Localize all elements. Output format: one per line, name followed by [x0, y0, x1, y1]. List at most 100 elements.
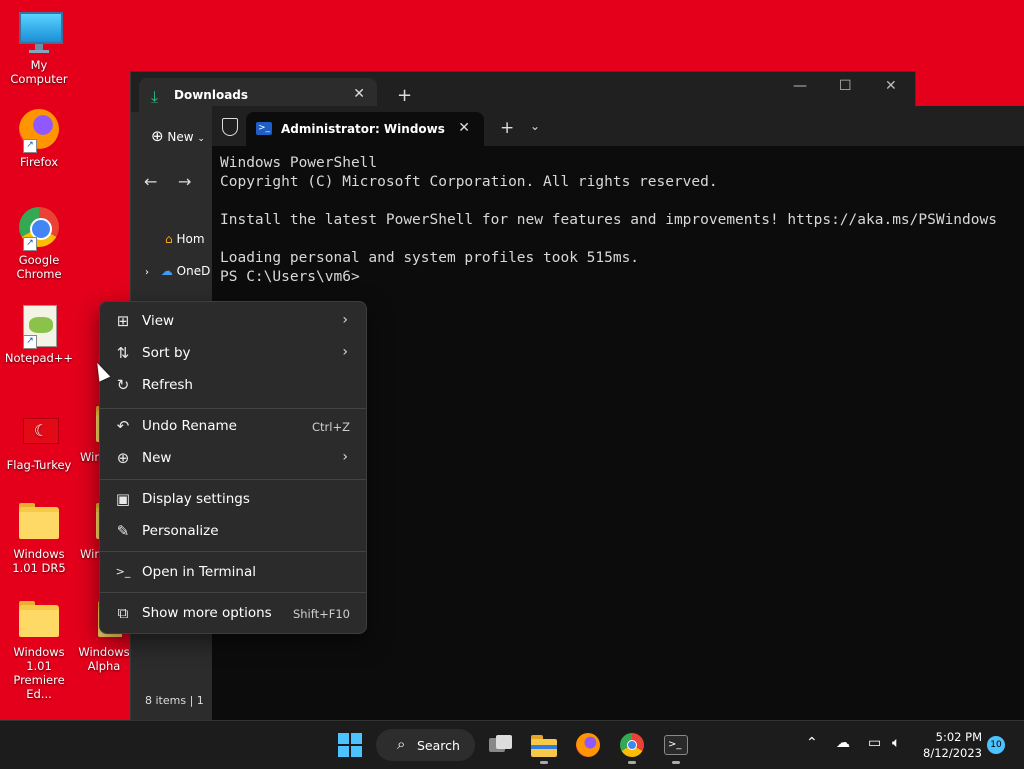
desktop-icon-label: My Computer	[10, 58, 68, 86]
chevron-down-icon[interactable]: ⌄	[530, 119, 540, 133]
close-window-button[interactable]: ✕	[885, 78, 897, 94]
back-button[interactable]: ←	[144, 172, 157, 191]
desktop-icon-label: Google Chrome	[16, 253, 62, 281]
clock-time: 5:02 PM	[935, 730, 982, 744]
pen-icon: ✎	[116, 522, 130, 540]
folder-icon	[17, 597, 61, 641]
home-icon: ⌂	[165, 232, 173, 246]
menu-item-label: New	[142, 450, 172, 466]
shortcut-arrow-icon: ↗	[23, 237, 37, 251]
terminal-taskbar-icon[interactable]: >_	[662, 731, 690, 759]
running-indicator	[628, 761, 636, 764]
menu-item-sort-by[interactable]: ⇅ Sort by ›	[104, 338, 362, 368]
explorer-tab-title: Downloads	[174, 88, 249, 102]
sidebar-item-label: OneD	[176, 264, 211, 278]
menu-item-new[interactable]: ⊕ New ›	[104, 443, 362, 473]
sort-icon: ⇅	[116, 344, 130, 362]
desktop-icon-label: Win	[80, 547, 102, 561]
clock-date: 8/12/2023	[923, 746, 982, 760]
explorer-status-bar: 8 items | 1	[131, 681, 213, 721]
close-tab-icon[interactable]: ✕	[458, 120, 470, 136]
chevron-up-icon[interactable]: ⌃	[806, 735, 818, 751]
menu-item-refresh[interactable]: ↻ Refresh	[104, 370, 362, 400]
desktop-icon-notepadpp[interactable]: ↗ Notepad++	[1, 303, 77, 365]
firefox-taskbar-icon[interactable]	[574, 731, 602, 759]
forward-button[interactable]: →	[178, 172, 191, 191]
notepadpp-icon: ↗	[17, 303, 61, 349]
desktop-icon-chrome[interactable]: ↗ Google Chrome	[1, 205, 77, 281]
close-tab-icon[interactable]: ✕	[353, 86, 365, 102]
menu-item-personalize[interactable]: ✎ Personalize	[104, 516, 362, 546]
refresh-icon: ↻	[116, 376, 130, 394]
chevron-right-icon: ›	[342, 312, 348, 328]
search-icon: ⌕	[397, 735, 406, 753]
chrome-taskbar-icon[interactable]	[618, 731, 646, 759]
menu-separator	[100, 592, 366, 593]
desktop-icon-my-computer[interactable]: My Computer	[1, 10, 77, 86]
minimize-button[interactable]: —	[793, 78, 807, 94]
file-explorer-taskbar-icon[interactable]	[530, 731, 558, 759]
menu-item-label: Display settings	[142, 491, 250, 507]
notification-badge[interactable]: 10	[987, 736, 1005, 754]
running-indicator	[672, 761, 680, 764]
start-button[interactable]	[338, 733, 362, 757]
desktop-icon-label: Win	[80, 450, 102, 464]
download-icon: ⤓	[151, 87, 159, 106]
menu-item-display-settings[interactable]: ▣ Display settings	[104, 484, 362, 514]
menu-item-show-more-options[interactable]: ⧉ Show more options Shift+F10	[104, 598, 362, 628]
new-tab-button[interactable]: +	[500, 118, 514, 138]
shortcut-arrow-icon: ↗	[23, 139, 37, 153]
running-indicator	[540, 761, 548, 764]
chevron-right-icon: ›	[342, 449, 348, 465]
monitor-icon	[17, 10, 63, 54]
desktop-icon-win101-dr5[interactable]: Windows 1.01 DR5	[1, 499, 77, 575]
new-button-label: New	[167, 130, 194, 144]
desktop-context-menu: ⊞ View › ⇅ Sort by › ↻ Refresh ↶ Undo Re…	[99, 301, 367, 634]
terminal-line: Windows PowerShell	[220, 155, 378, 171]
chevron-down-icon: ⌄	[197, 134, 205, 144]
menu-item-view[interactable]: ⊞ View ›	[104, 306, 362, 336]
taskbar-clock[interactable]: 5:02 PM 8/12/2023	[920, 729, 982, 761]
terminal-line: Loading personal and system profiles too…	[220, 250, 640, 266]
terminal-line: Install the latest PowerShell for new fe…	[220, 212, 997, 228]
menu-item-open-in-terminal[interactable]: >_ Open in Terminal	[104, 557, 362, 587]
sidebar-item-home[interactable]: ⌂ Hom	[165, 232, 205, 246]
maximize-button[interactable]: ☐	[839, 78, 852, 94]
search-label: Search	[417, 738, 460, 753]
plus-circle-icon: ⊕	[151, 127, 164, 145]
grid-icon: ⊞	[116, 312, 130, 330]
onedrive-offline-icon[interactable]: ☁	[836, 735, 850, 751]
turkey-flag-icon: ☾	[17, 410, 61, 454]
display-icon: ▣	[115, 490, 131, 508]
desktop-icon-flag-turkey[interactable]: ☾ Flag-Turkey	[1, 410, 77, 472]
menu-item-label: View	[142, 313, 175, 329]
network-icon[interactable]: ▭	[868, 735, 881, 751]
menu-item-shortcut: Ctrl+Z	[312, 420, 350, 434]
terminal-icon: >_	[115, 565, 131, 578]
task-view-icon[interactable]	[487, 731, 515, 759]
undo-icon: ↶	[116, 417, 130, 435]
sidebar-item-label: Hom	[176, 232, 205, 246]
menu-item-label: Personalize	[142, 523, 219, 539]
firefox-icon: ↗	[17, 107, 61, 153]
powershell-icon: >_	[256, 122, 272, 135]
terminal-tab-powershell[interactable]: >_ Administrator: Windows PowerShell ✕	[246, 112, 484, 146]
terminal-prompt: PS C:\Users\vm6>	[220, 269, 360, 285]
desktop-icon-firefox[interactable]: ↗ Firefox	[1, 107, 77, 169]
cloud-icon: ☁	[160, 264, 173, 278]
volume-icon[interactable]: 🔈︎	[892, 735, 900, 751]
new-button[interactable]: ⊕ New ⌄	[151, 127, 205, 145]
new-tab-button[interactable]: +	[397, 85, 412, 106]
desktop-icon-label: Windows 1.01 DR5	[12, 547, 66, 575]
terminal-output[interactable]: Windows PowerShell Copyright (C) Microsof…	[220, 154, 997, 287]
desktop-icon-win101-premiere[interactable]: Windows 1.01 Premiere Ed...	[1, 597, 77, 701]
menu-item-undo-rename[interactable]: ↶ Undo Rename Ctrl+Z	[104, 411, 362, 441]
sidebar-item-onedrive[interactable]: › ☁ OneD	[145, 264, 210, 278]
terminal-tab-title: Administrator: Windows PowerShell	[281, 122, 446, 136]
desktop-icon-label: Windows Alpha	[78, 645, 130, 673]
menu-item-label: Sort by	[142, 345, 191, 361]
desktop-icon-label: Notepad++	[4, 351, 74, 365]
menu-separator	[100, 479, 366, 480]
taskbar-search[interactable]: ⌕ Search	[376, 729, 475, 761]
menu-separator	[100, 408, 366, 409]
